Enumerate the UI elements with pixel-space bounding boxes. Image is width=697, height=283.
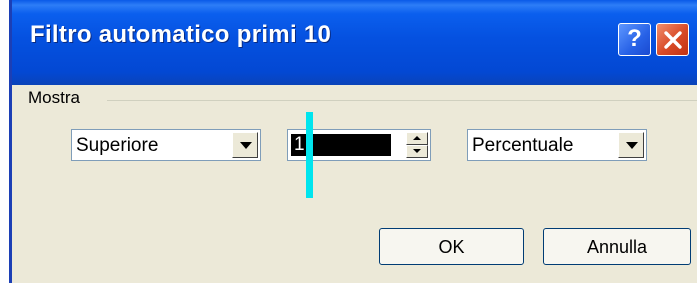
top-bottom-select[interactable]: Superiore [71,129,261,161]
ok-button-label: OK [438,237,465,257]
spin-buttons [406,132,428,158]
cancel-button[interactable]: Annulla [543,228,691,265]
chevron-down-icon[interactable] [618,132,644,158]
group-divider [107,100,697,101]
count-value[interactable]: 1 [294,134,305,156]
chevron-down-icon[interactable] [232,132,258,158]
top-bottom-value: Superiore [76,135,159,156]
window-title: Filtro automatico primi 10 [30,21,332,48]
unit-value: Percentuale [472,135,574,156]
spin-up-icon[interactable] [406,132,428,145]
help-question-icon: ? [627,25,642,52]
cursor-marker [306,112,313,198]
close-x-icon [664,31,682,49]
top10-autofilter-dialog: Filtro automatico primi 10 ? Mostra Supe… [0,0,697,283]
help-button[interactable]: ? [618,23,651,56]
dialog-client-area: Mostra Superiore 1 Percentuale OK Annull… [12,85,697,283]
cancel-button-label: Annulla [586,237,648,257]
ok-button[interactable]: OK [379,228,524,265]
unit-select[interactable]: Percentuale [467,129,647,161]
close-button[interactable] [656,23,689,56]
title-bar[interactable]: Filtro automatico primi 10 ? [12,0,697,85]
group-label-mostra: Mostra [28,88,80,107]
spin-down-icon[interactable] [406,145,428,158]
